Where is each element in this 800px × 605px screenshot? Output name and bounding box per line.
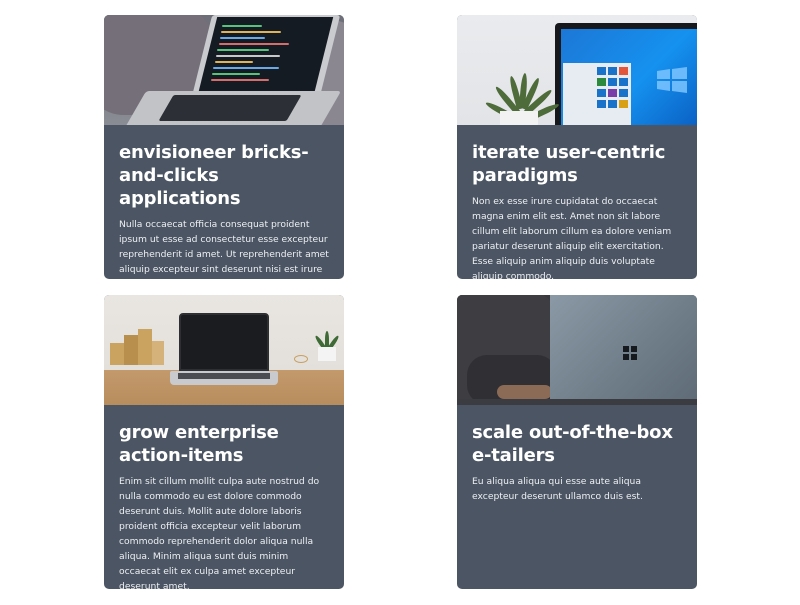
windows-laptop-plant-image <box>457 15 697 125</box>
card-envisioneer[interactable]: envisioneer bricks-and-clicks applicatio… <box>104 15 344 279</box>
surface-laptop-image <box>457 295 697 405</box>
card-text: Nulla occaecat officia consequat proiden… <box>119 219 329 275</box>
laptop-code-image <box>104 15 344 125</box>
card-iterate[interactable]: iterate user-centric paradigms Non ex es… <box>457 15 697 279</box>
card-title: envisioneer bricks-and-clicks applicatio… <box>119 142 309 209</box>
card-text: Non ex esse irure cupidatat do occaecat … <box>472 196 672 279</box>
card-scale[interactable]: scale out-of-the-box e-tailers Eu aliqua… <box>457 295 697 589</box>
card-grid: envisioneer bricks-and-clicks applicatio… <box>0 0 800 605</box>
card-text: Eu aliqua aliqua qui esse aute aliqua ex… <box>472 476 643 502</box>
card-text: Enim sit cillum mollit culpa aute nostru… <box>119 476 320 589</box>
card-grow[interactable]: grow enterprise action-items Enim sit ci… <box>104 295 344 589</box>
card-title: grow enterprise action-items <box>119 422 279 466</box>
windows-logo-icon <box>623 346 637 360</box>
macbook-desk-image <box>104 295 344 405</box>
card-title: scale out-of-the-box e-tailers <box>472 422 673 466</box>
card-title: iterate user-centric paradigms <box>472 142 666 186</box>
